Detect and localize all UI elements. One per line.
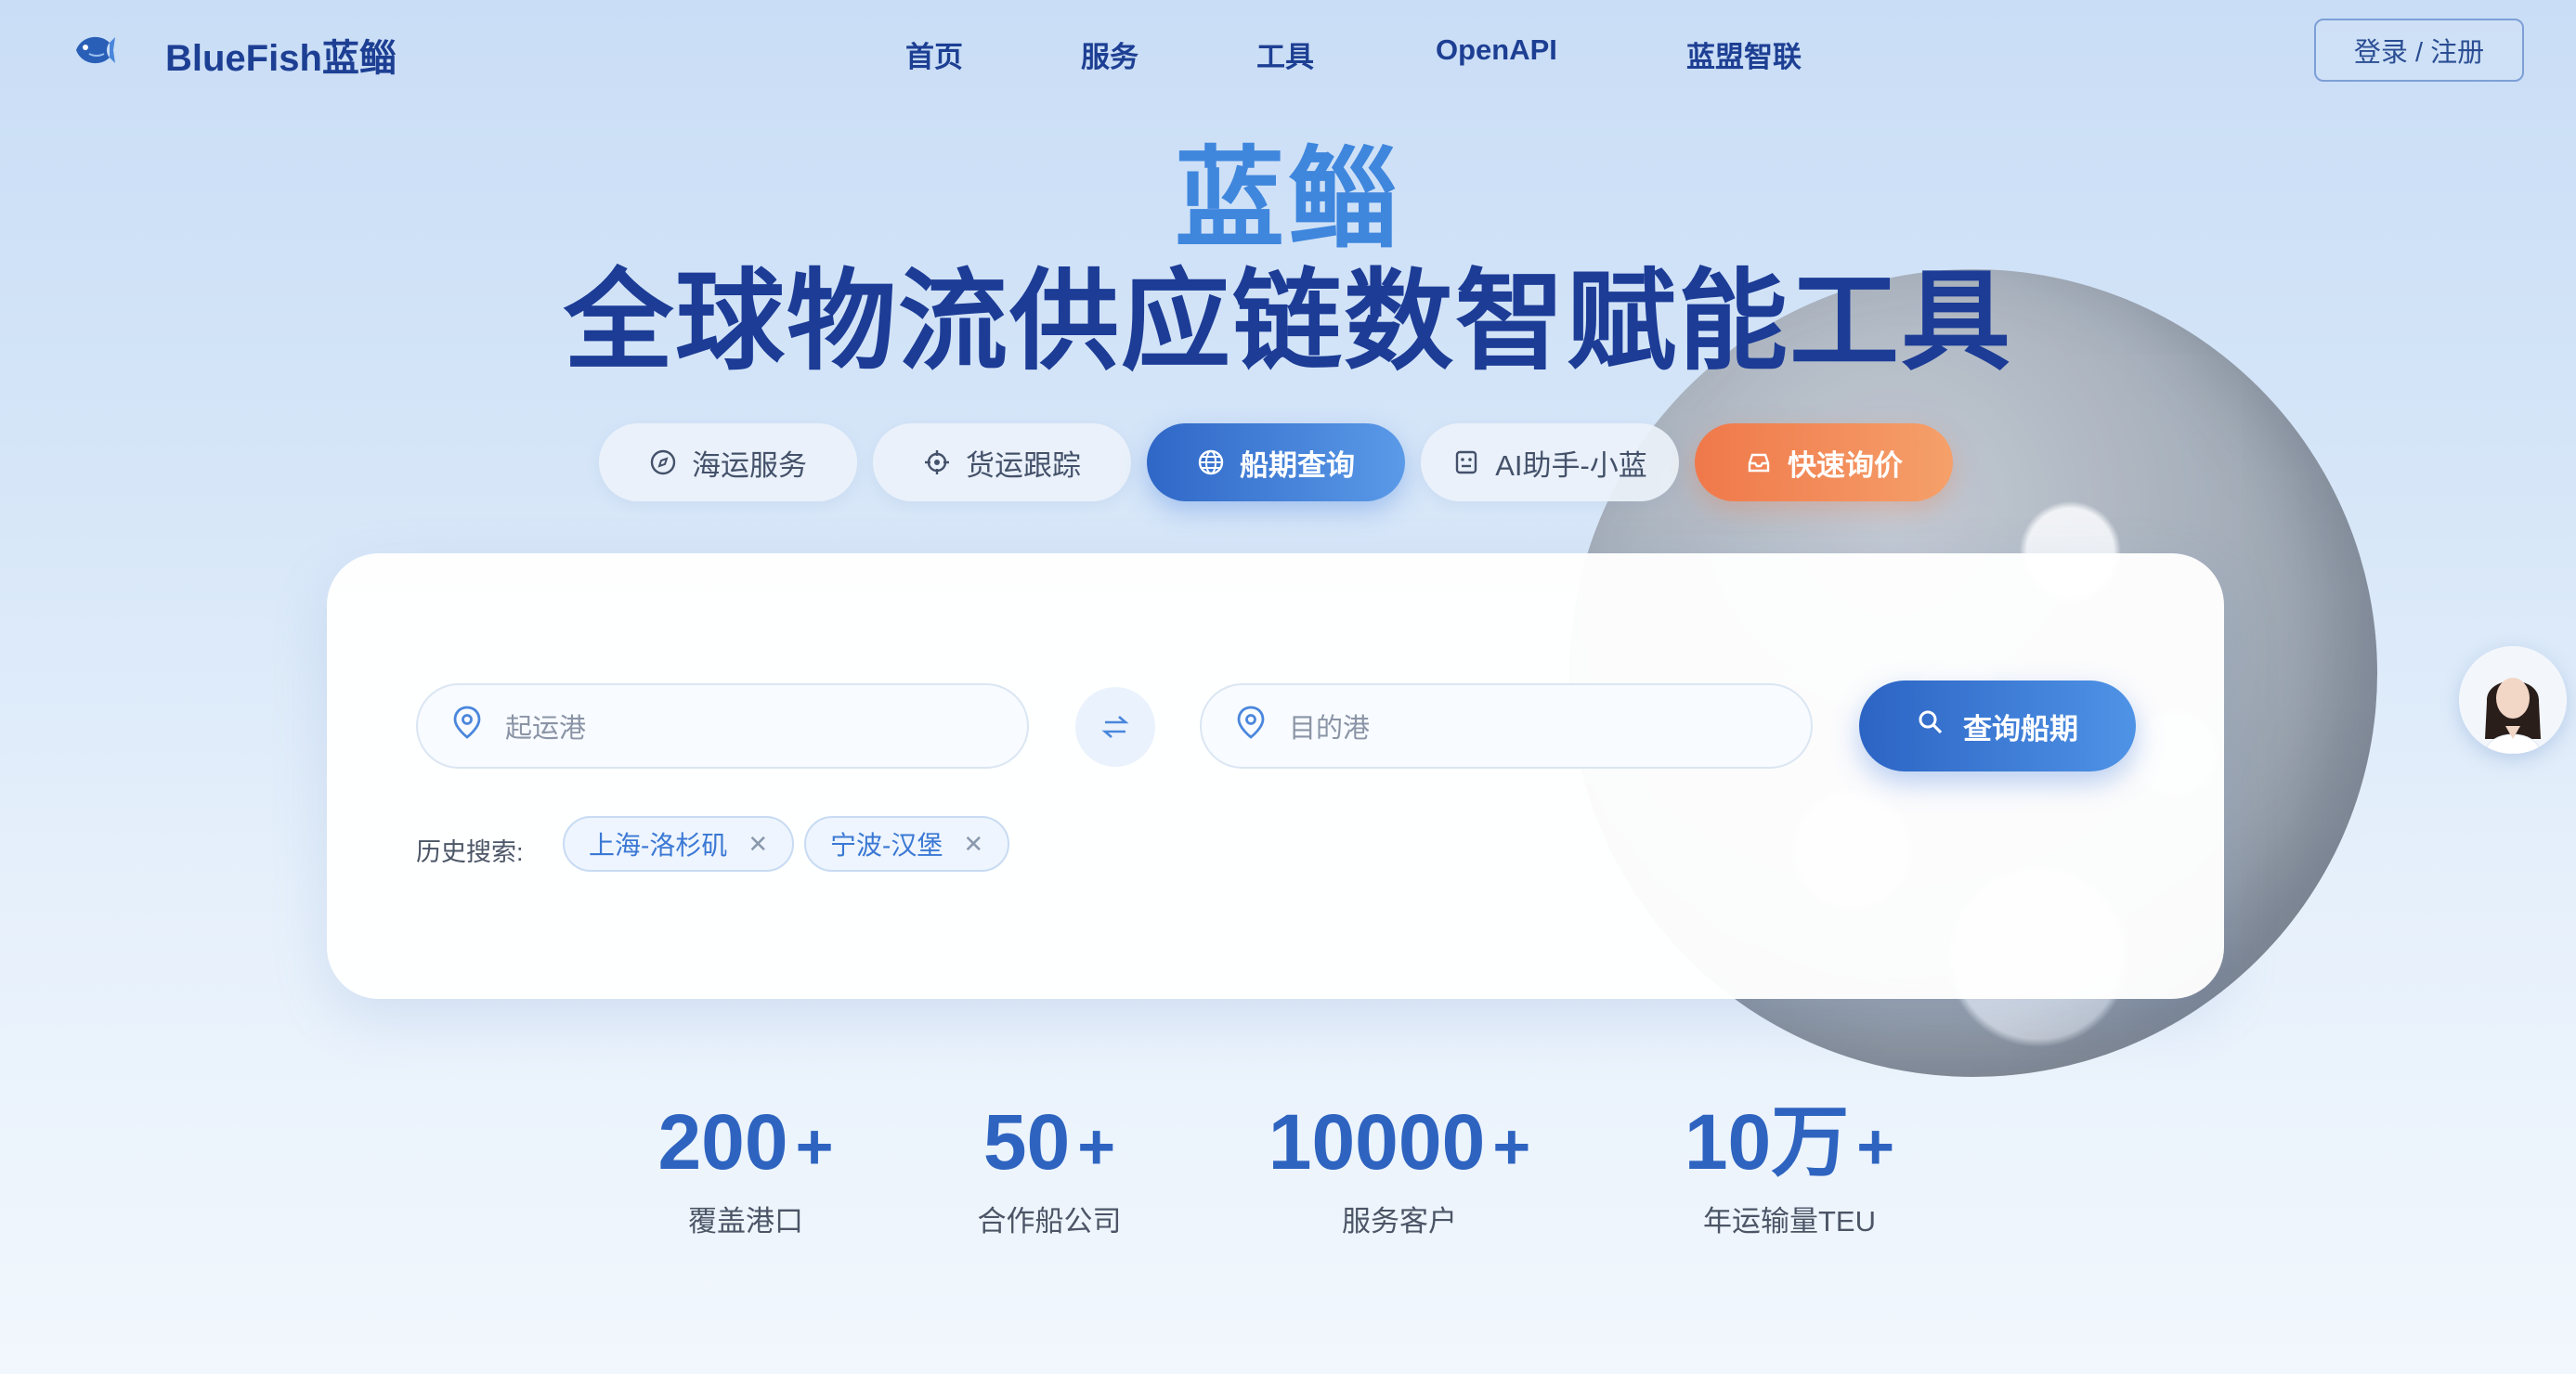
history-chip[interactable]: 宁波-汉堡 ✕ — [804, 816, 1010, 872]
destination-port-placeholder: 目的港 — [1289, 714, 1371, 744]
compass-icon — [649, 448, 677, 476]
swap-ports-button[interactable] — [1075, 687, 1155, 767]
top-nav: BlueFish蓝鲻 首页 服务 工具 OpenAPI 蓝盟智联 登录 / 注册 — [0, 0, 2576, 102]
stat-value: 10000 + — [1268, 1098, 1531, 1186]
tab-cargo-tracking[interactable]: 货运跟踪 — [873, 423, 1131, 501]
login-register-button[interactable]: 登录 / 注册 — [2314, 19, 2524, 82]
tab-ai-assistant[interactable]: AI助手-小蓝 — [1421, 423, 1679, 501]
history-chip-label: 宁波-汉堡 — [830, 831, 943, 860]
stat-label: 合作船公司 — [977, 1205, 1122, 1238]
query-schedule-label: 查询船期 — [1963, 712, 2078, 745]
stat-label: 服务客户 — [1342, 1205, 1457, 1238]
swap-icon — [1101, 716, 1129, 738]
hero-title: 全球物流供应链数智赋能工具 — [563, 261, 2012, 383]
history-chip-label: 上海-洛杉矶 — [589, 831, 728, 860]
tab-label: 货运跟踪 — [966, 448, 1081, 482]
tab-label: 海运服务 — [692, 448, 807, 482]
close-icon[interactable]: ✕ — [963, 830, 983, 859]
tab-label: 快速询价 — [1788, 448, 1903, 482]
search-icon — [1917, 708, 1945, 744]
service-tabs: 海运服务 货运跟踪 船期查询 AI助手-小蓝 快速询价 — [599, 423, 1953, 501]
location-pin-icon — [451, 705, 483, 747]
robot-icon — [1452, 448, 1480, 476]
nav-item-openapi[interactable]: OpenAPI — [1436, 33, 1557, 67]
assistant-avatar[interactable] — [2459, 646, 2567, 754]
stat-teu: 10万 + 年运输量TEU — [1672, 1103, 1907, 1239]
nav-item-services[interactable]: 服务 — [1081, 33, 1138, 75]
history-label: 历史搜索: — [416, 838, 524, 866]
brand-name[interactable]: BlueFish蓝鲻 — [165, 28, 397, 82]
tab-ocean-service[interactable]: 海运服务 — [599, 423, 857, 501]
origin-port-placeholder: 起运港 — [505, 714, 587, 744]
close-icon[interactable]: ✕ — [748, 830, 768, 859]
stat-ports: 200 + 覆盖港口 — [650, 1103, 841, 1239]
globe-icon — [1197, 448, 1225, 476]
stat-label: 年运输量TEU — [1703, 1205, 1876, 1238]
stat-value: 200 + — [657, 1098, 834, 1186]
nav-item-home[interactable]: 首页 — [905, 33, 963, 75]
stat-value: 10万 + — [1684, 1098, 1895, 1186]
nav-item-alliance[interactable]: 蓝盟智联 — [1686, 33, 1802, 75]
stat-value: 50 + — [982, 1098, 1116, 1186]
stat-label: 覆盖港口 — [688, 1205, 803, 1238]
fish-logo-icon[interactable] — [69, 26, 117, 74]
crosshair-icon — [923, 448, 951, 476]
tab-quick-quote[interactable]: 快速询价 — [1695, 423, 1953, 501]
stat-carriers: 50 + 合作船公司 — [973, 1103, 1125, 1239]
tab-label: AI助手-小蓝 — [1495, 448, 1647, 482]
query-schedule-button[interactable]: 查询船期 — [1859, 681, 2136, 771]
tab-schedule-query[interactable]: 船期查询 — [1147, 423, 1405, 501]
history-chip[interactable]: 上海-洛杉矶 ✕ — [563, 816, 795, 872]
destination-port-input[interactable]: 目的港 — [1200, 683, 1813, 769]
stat-customers: 10000 + 服务客户 — [1258, 1103, 1541, 1239]
schedule-search-card: 起运港 目的港 查询船期 历史搜索: 上海-洛杉矶 ✕ 宁波-汉堡 ✕ — [327, 553, 2224, 999]
location-pin-icon — [1235, 705, 1267, 747]
origin-port-input[interactable]: 起运港 — [416, 683, 1029, 769]
tab-label: 船期查询 — [1240, 448, 1355, 482]
nav-item-tools[interactable]: 工具 — [1256, 33, 1314, 75]
inbox-icon — [1745, 448, 1773, 476]
